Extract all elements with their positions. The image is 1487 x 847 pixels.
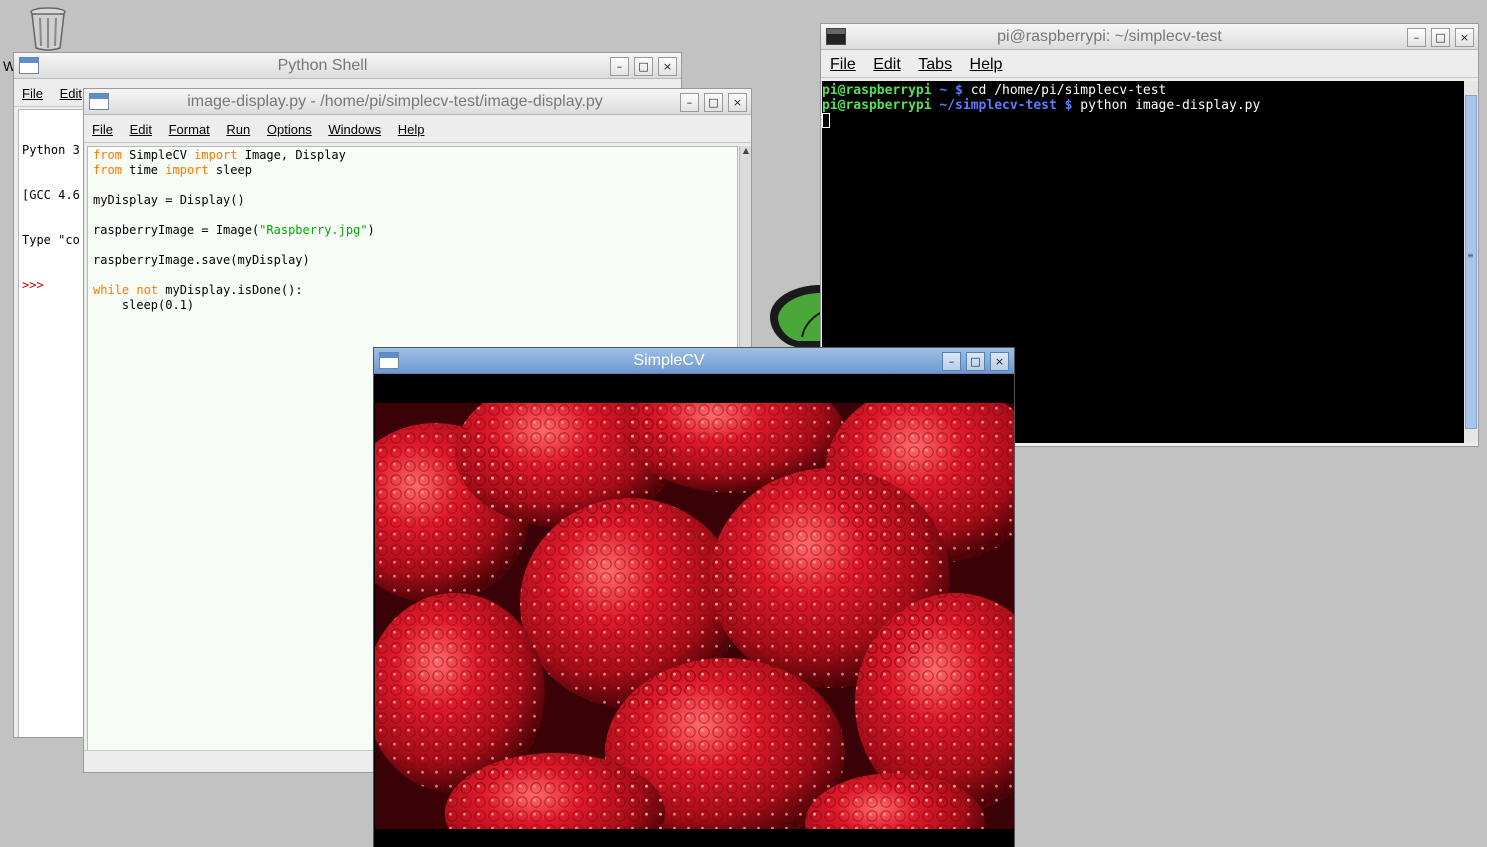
maximize-button[interactable]: □ — [634, 57, 653, 76]
terminal-scrollbar[interactable]: ≡ — [1464, 81, 1478, 443]
menu-format[interactable]: Format — [161, 117, 215, 137]
menu-file[interactable]: File — [84, 117, 118, 137]
menu-help[interactable]: Help — [961, 52, 1007, 74]
menu-windows[interactable]: Windows — [320, 117, 386, 137]
menu-edit[interactable]: Edit — [52, 81, 87, 101]
terminal-cursor — [822, 113, 830, 128]
window-title: SimpleCV — [633, 352, 705, 369]
grip-icon: ≡ — [1467, 251, 1474, 260]
menu-run[interactable]: Run — [218, 117, 255, 137]
terminal-titlebar[interactable]: pi@raspberrypi: ~/simplecv-test – □ × — [821, 24, 1478, 50]
code-line: myDisplay = Display() — [93, 193, 245, 207]
close-button[interactable]: × — [990, 352, 1009, 371]
editor-titlebar[interactable]: image-display.py - /home/pi/simplecv-tes… — [84, 89, 751, 115]
minimize-button[interactable]: – — [1407, 28, 1426, 47]
code-line: while not myDisplay.isDone(): — [93, 283, 303, 297]
maximize-button[interactable]: □ — [704, 93, 723, 112]
scrollbar-thumb[interactable] — [1465, 95, 1477, 429]
maximize-button[interactable]: □ — [1431, 28, 1450, 47]
editor-menubar: File Edit Format Run Options Windows Hel… — [84, 117, 751, 143]
code-line: ​ — [93, 208, 732, 223]
window-title: image-display.py - /home/pi/simplecv-tes… — [187, 93, 603, 110]
menu-edit[interactable]: Edit — [122, 117, 157, 137]
terminal-menubar: File Edit Tabs Help — [821, 52, 1478, 78]
menu-tabs[interactable]: Tabs — [909, 52, 956, 74]
menu-file[interactable]: File — [821, 52, 860, 74]
raspberry-leaf-icon — [766, 283, 822, 349]
window-title: pi@raspberrypi: ~/simplecv-test — [997, 28, 1222, 45]
code-line: from time import sleep — [93, 163, 252, 177]
menu-options[interactable]: Options — [259, 117, 317, 137]
code-line: ​ — [93, 268, 732, 283]
code-line: ​ — [93, 178, 732, 193]
menu-help[interactable]: Help — [390, 117, 430, 137]
close-button[interactable]: × — [728, 93, 747, 112]
window-icon — [89, 93, 109, 110]
terminal-line: pi@raspberrypi ~/simplecv-test $ python … — [822, 98, 1261, 113]
terminal-line: pi@raspberrypi ~ $ cd /home/pi/simplecv-… — [822, 83, 1167, 98]
menu-edit[interactable]: Edit — [864, 52, 905, 74]
close-button[interactable]: × — [658, 57, 677, 76]
minimize-button[interactable]: – — [680, 93, 699, 112]
simplecv-titlebar[interactable]: SimpleCV – □ × — [374, 348, 1014, 374]
window-title: Python Shell — [277, 57, 368, 74]
maximize-button[interactable]: □ — [966, 352, 985, 371]
minimize-button[interactable]: – — [942, 352, 961, 371]
python-shell-titlebar[interactable]: Python Shell – □ × — [14, 53, 681, 79]
minimize-button[interactable]: – — [610, 57, 629, 76]
code-line: from SimpleCV import Image, Display — [93, 148, 346, 162]
code-line: sleep(0.1) — [93, 298, 195, 312]
scroll-up-icon[interactable]: ▲ — [741, 146, 751, 158]
terminal-line — [822, 113, 1464, 128]
trash-icon[interactable] — [28, 4, 68, 52]
code-line: raspberryImage = Image("Raspberry.jpg") — [93, 223, 375, 237]
raspberries-photo — [375, 403, 1014, 829]
close-button[interactable]: × — [1455, 28, 1474, 47]
code-line: raspberryImage.save(myDisplay) — [93, 253, 310, 267]
code-line: ​ — [93, 238, 732, 253]
menu-file[interactable]: File — [14, 81, 48, 101]
simplecv-window[interactable]: SimpleCV – □ × — [373, 347, 1015, 847]
